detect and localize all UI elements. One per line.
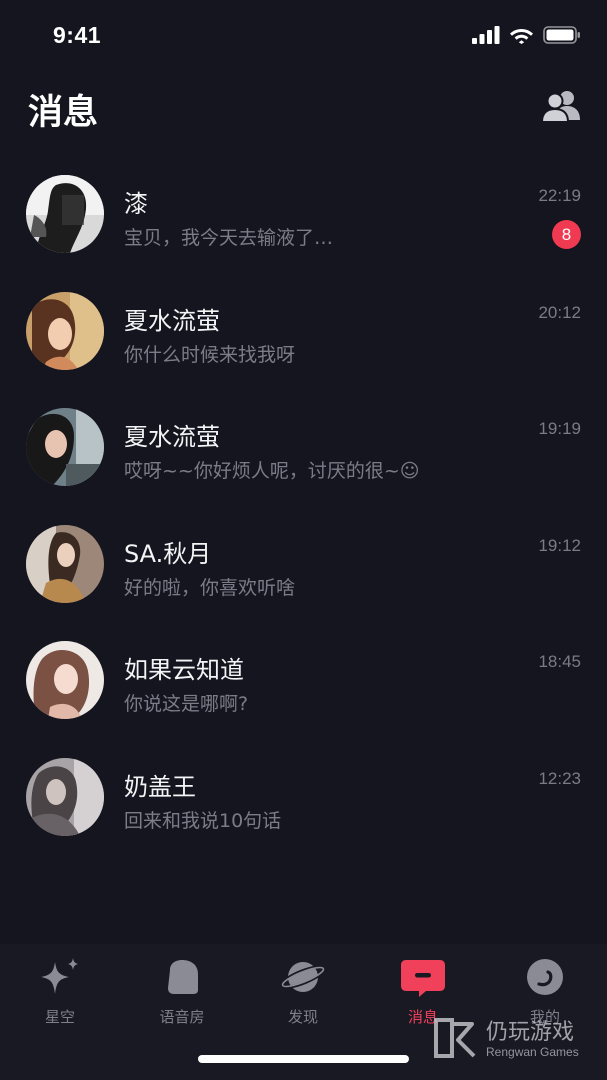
contact-name: 漆 <box>124 190 148 218</box>
sparkle-icon <box>41 958 78 994</box>
watermark-title: 仍玩游戏 <box>486 1020 575 1045</box>
planet-icon <box>280 962 326 992</box>
message-preview: 回来和我说10句话 <box>124 809 282 832</box>
status-icons <box>472 26 581 44</box>
contact-name: 奶盖王 <box>124 772 196 801</box>
avatar <box>26 524 104 603</box>
profile-icon <box>527 959 563 995</box>
conversation-item[interactable]: 夏水流萤 你什么时候来找我呀 20:12 <box>0 272 607 389</box>
watermark-logo <box>434 1018 476 1058</box>
contact-name: SA.秋月 <box>124 539 212 568</box>
status-bar: 9:41 <box>0 0 607 72</box>
message-preview: 你什么时候来找我呀 <box>124 343 296 366</box>
tab-label: 语音房 <box>159 1008 205 1026</box>
tab-label: 发现 <box>287 1008 318 1026</box>
avatar <box>26 757 104 836</box>
contact-name: 夏水流萤 <box>124 306 220 335</box>
avatar <box>26 408 104 486</box>
watermark: 仍玩游戏 Rengwan Games <box>430 1012 600 1062</box>
battery-icon <box>543 26 580 44</box>
conversation-item[interactable]: SA.秋月 好的啦，你喜欢听啥 19:12 <box>0 505 607 622</box>
contact-name: 如果云知道 <box>124 656 244 684</box>
conversation-item[interactable]: 如果云知道 你说这是哪啊? 18:45 <box>0 621 607 738</box>
contacts-button[interactable] <box>540 89 581 123</box>
tab-voice-room[interactable]: 语音房 <box>132 956 232 1026</box>
message-time: 19:12 <box>538 535 581 555</box>
message-time: 20:12 <box>538 302 581 322</box>
message-list: 漆 宝贝，我今天去输液了… 22:19 夏水流萤 你什么时候来找我呀 20:12 <box>0 155 607 854</box>
avatar <box>26 291 104 370</box>
avatar <box>26 641 104 719</box>
message-preview: 你说这是哪啊? <box>124 693 249 715</box>
message-preview: 哎呀~~你好烦人呢，讨厌的很~☺ <box>124 460 420 482</box>
message-time: 19:19 <box>538 419 581 438</box>
unread-badge: 8 <box>552 220 581 249</box>
wifi-icon <box>510 29 533 44</box>
conversation-item[interactable]: 奶盖王 回来和我说10句话 12:23 <box>0 738 607 855</box>
page-title: 消息 <box>28 93 99 133</box>
contact-name: 夏水流萤 <box>124 423 220 451</box>
message-time: 18:45 <box>538 652 581 671</box>
avatar <box>26 175 104 253</box>
cellular-signal-icon <box>472 26 500 44</box>
home-indicator <box>198 1055 409 1063</box>
conversation-item[interactable]: 漆 宝贝，我今天去输液了… 22:19 <box>0 155 607 272</box>
contacts-icon <box>540 91 580 123</box>
tab-label: 星空 <box>44 1008 75 1026</box>
conversation-item[interactable]: 夏水流萤 哎呀~~你好烦人呢，讨厌的很~☺ 19:19 <box>0 388 607 505</box>
tab-discover[interactable]: 发现 <box>253 956 353 1026</box>
message-preview: 好的啦，你喜欢听啥 <box>124 576 296 599</box>
voice-room-icon <box>168 960 198 994</box>
tab-starry-sky[interactable]: 星空 <box>10 956 110 1026</box>
status-time: 9:41 <box>53 22 102 48</box>
watermark-subtitle: Rengwan Games <box>486 1045 579 1059</box>
message-time: 22:19 <box>538 186 581 205</box>
message-time: 12:23 <box>538 768 581 788</box>
message-preview: 宝贝，我今天去输液了… <box>124 227 334 249</box>
message-icon <box>401 960 445 997</box>
